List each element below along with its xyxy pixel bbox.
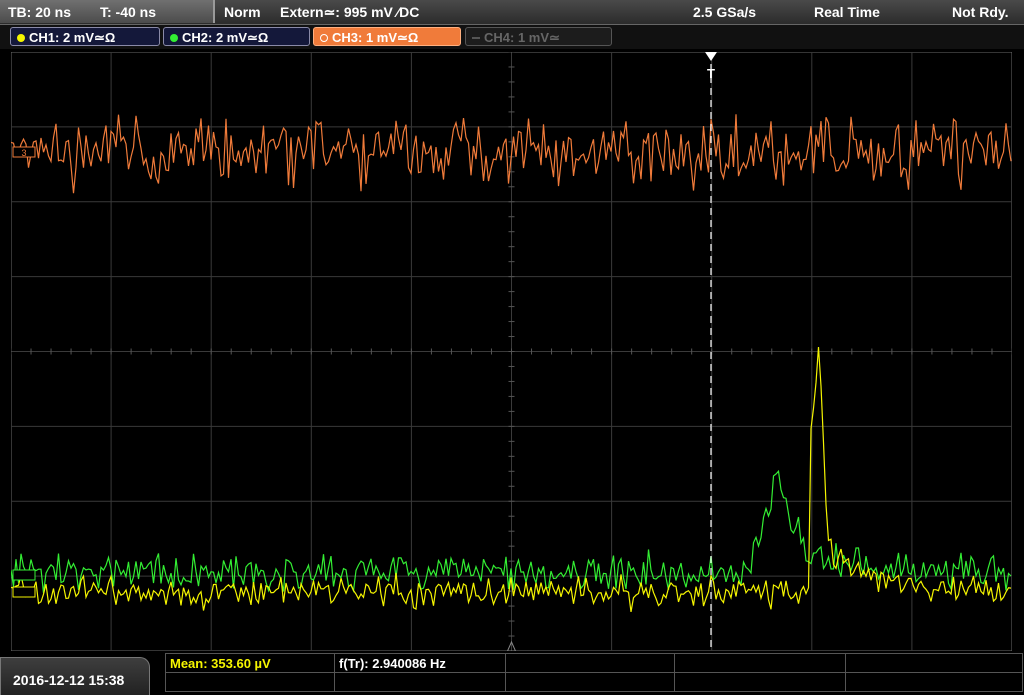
channel-4-dash-icon — [472, 37, 480, 39]
channel-3-tab[interactable]: CH3: 1 mV≃Ω — [313, 27, 461, 46]
channel-1-level-marker — [12, 586, 36, 598]
timebase-label[interactable]: TB: 20 ns — [8, 4, 71, 20]
datetime-label: 2016-12-12 15:38 — [13, 672, 125, 688]
channel-1-tab[interactable]: CH1: 2 mV≃Ω — [10, 27, 160, 46]
trigger-source-label[interactable]: Extern≃: 995 mV ∕DC — [280, 4, 419, 21]
waveform-display[interactable]: T3 — [11, 52, 1012, 651]
waveform-canvas[interactable]: T3 — [11, 52, 1012, 651]
measurement-cell-mean[interactable]: Mean: 353.60 µV — [165, 653, 335, 673]
channel-1-label: CH1: 2 mV≃Ω — [29, 30, 116, 45]
mean-measurement: Mean: 353.60 µV — [170, 656, 271, 671]
measurement-cell[interactable] — [674, 672, 846, 692]
measurement-table[interactable]: Mean: 353.60 µV f(Tr): 2.940086 Hz — [165, 653, 1023, 695]
measurement-cell[interactable] — [505, 672, 675, 692]
channel-4-label: CH4: 1 mV≃ — [484, 30, 560, 45]
measurement-cell[interactable] — [334, 672, 506, 692]
measurement-cell[interactable] — [845, 672, 1023, 692]
channel-3-dot-icon — [320, 34, 328, 42]
sample-rate-label[interactable]: 2.5 GSa/s — [693, 4, 756, 20]
channel-4-tab[interactable]: CH4: 1 mV≃ — [465, 27, 612, 46]
channel-bar: CH1: 2 mV≃Ω CH2: 2 mV≃Ω CH3: 1 mV≃Ω CH4:… — [0, 25, 1024, 49]
channel-1-dot-icon — [17, 34, 25, 42]
acquisition-mode-label[interactable]: Real Time — [814, 4, 880, 20]
trigger-mode-label[interactable]: Norm — [224, 4, 261, 20]
channel-2-dot-icon — [170, 34, 178, 42]
measurement-cell-freq[interactable]: f(Tr): 2.940086 Hz — [334, 653, 506, 673]
measurement-cell[interactable] — [674, 653, 846, 673]
trigger-time-label[interactable]: T: -40 ns — [100, 4, 156, 20]
channel-3-label: CH3: 1 mV≃Ω — [332, 30, 419, 45]
status-label: Not Rdy. — [952, 4, 1009, 20]
channel-2-label: CH2: 2 mV≃Ω — [182, 30, 269, 45]
measurement-cell[interactable] — [165, 672, 335, 692]
channel-2-tab[interactable]: CH2: 2 mV≃Ω — [163, 27, 310, 46]
datetime-box: 2016-12-12 15:38 — [0, 657, 150, 695]
timebase-box[interactable]: TB: 20 ns T: -40 ns — [0, 0, 215, 23]
measurement-bar: 2016-12-12 15:38 Mean: 353.60 µV f(Tr): … — [0, 653, 1024, 695]
frequency-measurement: f(Tr): 2.940086 Hz — [339, 656, 446, 671]
channel-3-marker-label: 3 — [21, 148, 26, 158]
status-bar: TB: 20 ns T: -40 ns Norm Extern≃: 995 mV… — [0, 0, 1024, 25]
channel-2-level-marker — [12, 569, 36, 581]
measurement-cell[interactable] — [505, 653, 675, 673]
trigger-marker-label: T — [707, 66, 715, 81]
measurement-cell[interactable] — [845, 653, 1023, 673]
